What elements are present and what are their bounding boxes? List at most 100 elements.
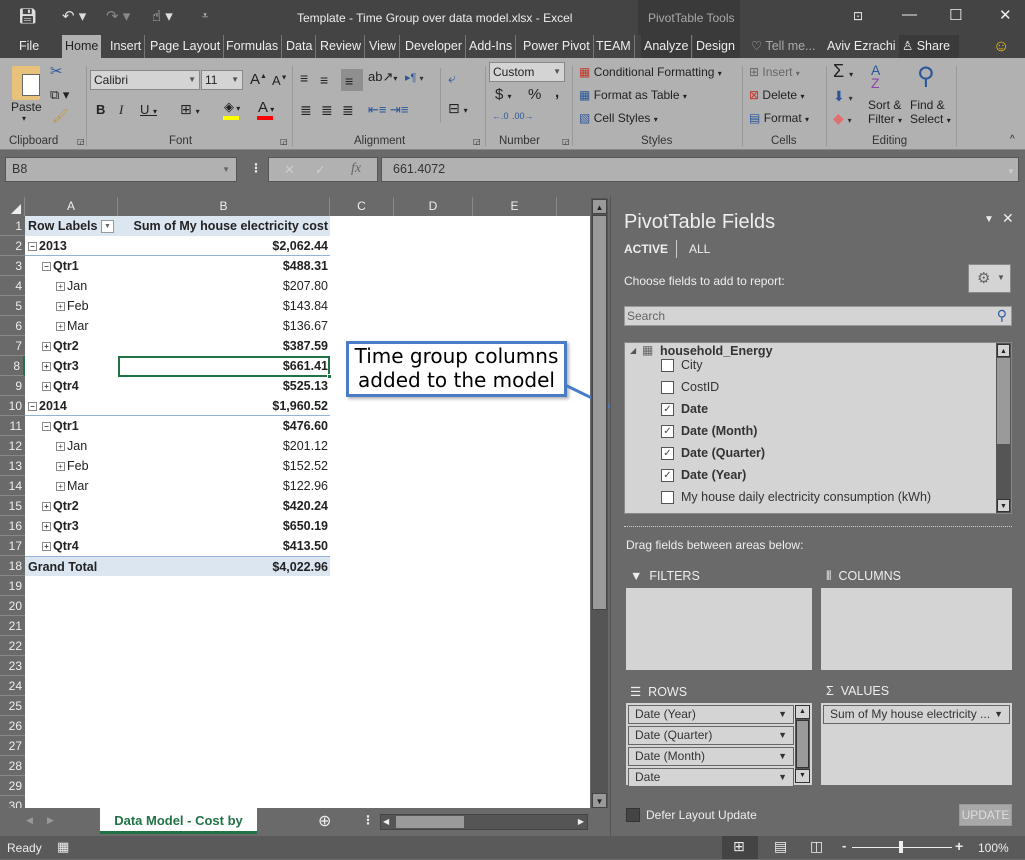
- value-cell[interactable]: $650.19: [118, 516, 330, 536]
- field-list-scroll-thumb[interactable]: [997, 358, 1010, 444]
- tools-gear-button[interactable]: ⚙ ▼: [968, 264, 1011, 293]
- unchecked-checkbox[interactable]: [661, 491, 674, 505]
- rows-area[interactable]: Date (Year) ▼ Date (Quarter) ▼ Date (Month) ▼…: [626, 703, 812, 787]
- tab-developer[interactable]: Developer: [402, 35, 466, 58]
- row-label-cell[interactable]: + Qtr3: [42, 516, 79, 536]
- row-label-cell[interactable]: + Qtr2: [42, 496, 79, 516]
- tab-team[interactable]: TEAM: [593, 35, 635, 58]
- scroll-right-icon[interactable]: ▶: [578, 815, 584, 829]
- row-field-pill[interactable]: Date ▼: [628, 768, 794, 787]
- maximize-icon[interactable]: ☐: [949, 6, 962, 24]
- value-cell[interactable]: $2,062.44: [118, 236, 330, 256]
- scroll-up-icon[interactable]: ▲: [592, 199, 607, 214]
- row-header[interactable]: 1: [0, 216, 25, 236]
- decrease-decimal-icon[interactable]: .00→: [512, 111, 534, 121]
- font-name-combo[interactable]: Calibri ▼: [90, 70, 200, 90]
- pane-options-icon[interactable]: ▼: [984, 214, 994, 225]
- expand-icon[interactable]: +: [56, 302, 65, 312]
- row-header[interactable]: 5: [0, 296, 25, 316]
- value-cell[interactable]: $152.52: [118, 456, 330, 476]
- horizontal-scroll-thumb[interactable]: [396, 816, 464, 828]
- row-label-cell[interactable]: −2013: [28, 236, 67, 256]
- zoom-out-button[interactable]: -: [842, 838, 846, 853]
- paragraph-direction-icon[interactable]: ▸¶ ▾: [405, 71, 424, 84]
- tab-insert[interactable]: Insert: [107, 35, 146, 58]
- row-label-cell[interactable]: + Jan: [56, 436, 87, 456]
- name-box[interactable]: B8 ▼: [5, 157, 237, 182]
- find-select-icon[interactable]: ⚲: [917, 62, 935, 91]
- columns-area[interactable]: [821, 588, 1012, 670]
- column-header-c[interactable]: C: [330, 197, 394, 216]
- field-item[interactable]: ✓ Date: [661, 399, 708, 419]
- align-left-icon[interactable]: ≣: [300, 102, 312, 119]
- value-cell[interactable]: $143.84: [118, 296, 330, 316]
- row-label-cell[interactable]: + Qtr4: [42, 376, 79, 396]
- row-header[interactable]: 16: [0, 516, 25, 536]
- page-break-view-icon[interactable]: ◫: [810, 838, 823, 855]
- autosum-icon[interactable]: Σ ▾: [833, 61, 853, 82]
- ribbon-display-icon[interactable]: ⊡: [853, 9, 863, 23]
- value-cell[interactable]: $413.50: [118, 536, 330, 556]
- collapse-icon[interactable]: −: [28, 402, 37, 412]
- field-item[interactable]: ✓ Date (Quarter): [661, 443, 765, 463]
- scroll-down-icon[interactable]: ▼: [997, 499, 1010, 512]
- delete-cells-button[interactable]: ⊠ Delete ▾: [749, 88, 804, 102]
- scroll-tabs-right-icon[interactable]: ▶: [47, 815, 54, 826]
- checked-checkbox[interactable]: ✓: [661, 403, 674, 417]
- grow-font-icon[interactable]: A▲: [250, 71, 267, 88]
- sort-filter-icon[interactable]: AZ: [871, 63, 880, 90]
- field-item[interactable]: My house daily electricity consumption (…: [661, 487, 931, 507]
- bold-button[interactable]: B: [96, 102, 105, 117]
- tab-all[interactable]: ALL: [689, 242, 710, 256]
- row-header[interactable]: 19: [0, 576, 25, 596]
- comma-button[interactable]: ,: [555, 84, 559, 101]
- align-right-icon[interactable]: ≣: [342, 102, 354, 119]
- value-cell[interactable]: $122.96: [118, 476, 330, 496]
- scroll-left-icon[interactable]: ◀: [383, 815, 389, 829]
- row-header[interactable]: 22: [0, 636, 25, 656]
- formula-input[interactable]: 661.4072: [381, 157, 1019, 182]
- cell-styles-button[interactable]: ▧ Cell Styles ▾: [579, 111, 658, 125]
- row-label-cell[interactable]: −2014: [28, 396, 67, 416]
- tab-formulas[interactable]: Formulas: [223, 35, 283, 58]
- align-top-icon[interactable]: ≡: [300, 70, 308, 86]
- customize-qat-icon[interactable]: ⩡: [202, 10, 208, 23]
- save-icon[interactable]: 💾︎: [18, 7, 37, 25]
- value-cell[interactable]: $488.31: [118, 256, 330, 276]
- rows-area-scrollbar[interactable]: ▲ ▼: [795, 705, 810, 783]
- smiley-feedback-icon[interactable]: ☺: [990, 35, 1012, 58]
- expand-icon[interactable]: +: [56, 462, 65, 472]
- expand-icon[interactable]: +: [42, 542, 51, 552]
- close-pane-icon[interactable]: ✕: [1002, 210, 1014, 227]
- tell-me-box[interactable]: ♡ Tell me...: [748, 35, 818, 58]
- tab-home[interactable]: Home: [62, 35, 102, 58]
- defer-layout-checkbox[interactable]: [626, 808, 640, 822]
- field-item[interactable]: City: [661, 355, 703, 375]
- row-header[interactable]: 3: [0, 256, 25, 276]
- row-label-cell[interactable]: + Qtr3: [42, 356, 79, 376]
- italic-button[interactable]: I: [119, 102, 123, 118]
- checked-checkbox[interactable]: ✓: [661, 447, 674, 461]
- value-cell[interactable]: $207.80: [118, 276, 330, 296]
- increase-indent-icon[interactable]: ⇥≡: [390, 102, 408, 118]
- align-center-icon[interactable]: ≣: [321, 102, 333, 119]
- row-field-pill[interactable]: Date (Year) ▼: [628, 705, 794, 724]
- row-header[interactable]: 28: [0, 756, 25, 776]
- orientation-icon[interactable]: ab↗▾: [368, 69, 397, 85]
- row-header[interactable]: 4: [0, 276, 25, 296]
- font-color-icon[interactable]: A ▾: [258, 99, 274, 116]
- number-launcher-icon[interactable]: ◲: [562, 137, 570, 146]
- more-options-icon[interactable]: ⋮: [250, 161, 262, 175]
- collapse-icon[interactable]: −: [28, 242, 37, 252]
- row-header[interactable]: 25: [0, 696, 25, 716]
- row-label-cell[interactable]: + Qtr4: [42, 536, 79, 556]
- scroll-up-icon[interactable]: ▲: [997, 344, 1010, 357]
- row-label-cell[interactable]: + Jan: [56, 276, 87, 296]
- filter-dropdown-icon[interactable]: ▼: [100, 220, 114, 234]
- format-cells-button[interactable]: ▤ Format ▾: [749, 111, 809, 125]
- row-header[interactable]: 18: [0, 556, 25, 576]
- value-cell[interactable]: $420.24: [118, 496, 330, 516]
- field-item[interactable]: ✓ Date (Month): [661, 421, 757, 441]
- values-area[interactable]: Sum of My house electricity ... ▼: [821, 703, 1012, 785]
- number-format-combo[interactable]: Custom ▼: [489, 62, 565, 82]
